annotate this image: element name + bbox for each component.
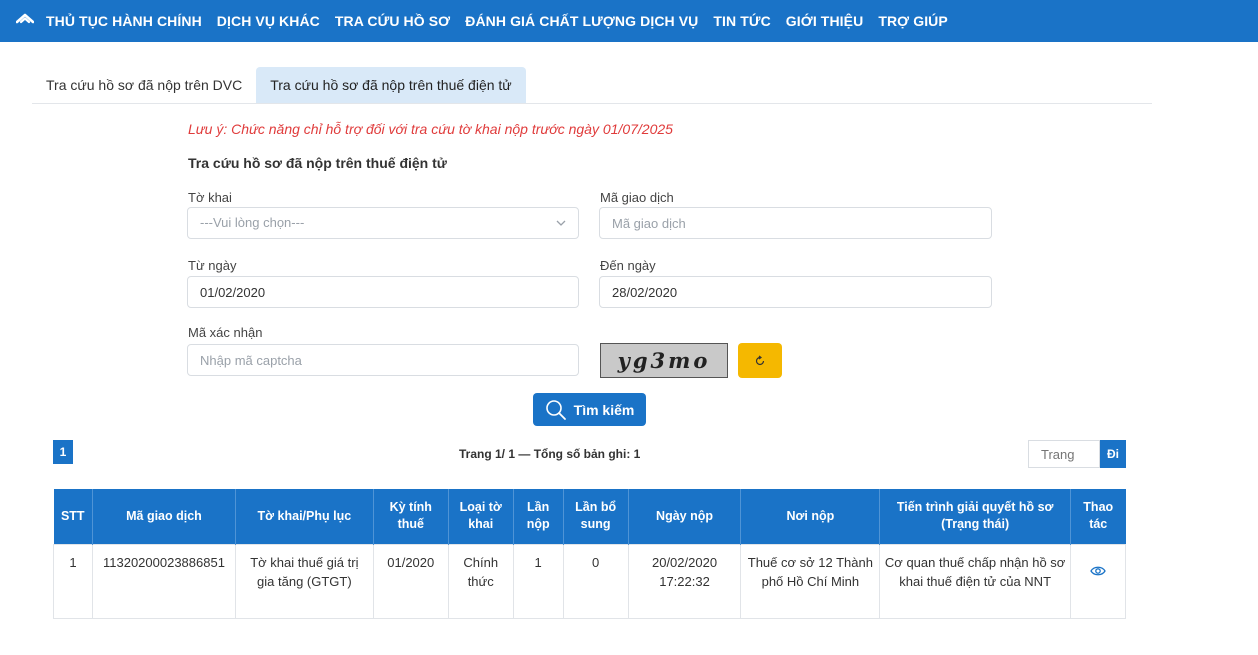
tab-thue-dien-tu[interactable]: Tra cứu hồ sơ đã nộp trên thuế điện tử xyxy=(256,67,526,103)
pagination-info: Trang 1/ 1 — Tổng số bản ghi: 1 xyxy=(459,447,641,461)
home-icon[interactable] xyxy=(14,10,36,32)
nav-item-tin-tuc[interactable]: TIN TỨC xyxy=(713,13,770,29)
to-khai-selected-value: ---Vui lòng chọn--- xyxy=(200,215,305,230)
form-title: Tra cứu hồ sơ đã nộp trên thuế điện tử xyxy=(188,155,447,171)
cell-ky-tinh-thue: 01/2020 xyxy=(372,543,449,619)
page-input[interactable] xyxy=(1028,440,1100,468)
header-noi-nop: Nơi nộp xyxy=(740,489,881,544)
header-thao-tac: Thao tác xyxy=(1070,489,1126,544)
cell-to-khai: Tờ khai thuế giá trị gia tăng (GTGT) xyxy=(234,543,374,619)
ma-giao-dich-label: Mã giao dịch xyxy=(600,190,674,205)
captcha-image: yg3mo xyxy=(600,343,728,378)
to-khai-label: Tờ khai xyxy=(188,190,232,205)
cell-noi-nop: Thuế cơ sở 12 Thành phố Hồ Chí Minh xyxy=(740,543,881,619)
captcha-label: Mã xác nhận xyxy=(188,325,263,340)
tu-ngay-label: Từ ngày xyxy=(188,258,237,273)
den-ngay-input[interactable] xyxy=(599,276,992,308)
table-row: 1 11320200023886851 Tờ khai thuế giá trị… xyxy=(53,543,1127,619)
captcha-input[interactable] xyxy=(187,344,579,376)
ma-giao-dich-input[interactable] xyxy=(599,207,992,239)
refresh-icon xyxy=(755,355,765,365)
cell-loai-to-khai: Chính thức xyxy=(447,543,514,619)
cell-ngay-nop: 20/02/2020 17:22:32 xyxy=(627,543,742,619)
top-nav: THỦ TỤC HÀNH CHÍNH DỊCH VỤ KHÁC TRA CỨU … xyxy=(0,0,1258,42)
header-ngay-nop: Ngày nộp xyxy=(628,489,742,544)
page-number-button[interactable]: 1 xyxy=(53,440,73,464)
cell-stt: 1 xyxy=(53,543,93,619)
header-loai-to-khai: Loại tờ khai xyxy=(448,489,514,544)
cell-lan-nop: 1 xyxy=(512,543,564,619)
notice-text: Lưu ý: Chức năng chỉ hỗ trợ đối với tra … xyxy=(188,121,673,137)
to-khai-select[interactable]: ---Vui lòng chọn--- xyxy=(187,207,579,239)
nav-item-tra-cuu-ho-so[interactable]: TRA CỨU HỒ SƠ xyxy=(335,13,450,29)
nav-item-danh-gia-chat-luong[interactable]: ĐÁNH GIÁ CHẤT LƯỢNG DỊCH VỤ xyxy=(465,13,698,29)
nav-item-dich-vu-khac[interactable]: DỊCH VỤ KHÁC xyxy=(217,13,320,29)
header-lan-bo-sung: Lần bổ sung xyxy=(563,489,629,544)
den-ngay-label: Đến ngày xyxy=(600,258,656,273)
search-button[interactable]: Tìm kiếm xyxy=(533,393,646,426)
header-stt: STT xyxy=(53,489,93,544)
go-button[interactable]: Đi xyxy=(1100,440,1126,468)
chevron-down-icon xyxy=(556,220,566,226)
cell-lan-bo-sung: 0 xyxy=(562,543,629,619)
search-icon xyxy=(545,399,566,420)
cell-trang-thai: Cơ quan thuế chấp nhận hồ sơ khai thuế đ… xyxy=(879,543,1071,619)
search-button-label: Tìm kiếm xyxy=(573,401,635,418)
nav-item-thu-tuc-hanh-chinh[interactable]: THỦ TỤC HÀNH CHÍNH xyxy=(46,13,202,29)
refresh-captcha-button[interactable] xyxy=(738,343,782,378)
nav-item-tro-giup[interactable]: TRỢ GIÚP xyxy=(878,13,948,29)
table-header-row: STT Mã giao dịch Tờ khai/Phụ lục Kỳ tính… xyxy=(53,489,1126,544)
header-ky-tinh-thue: Kỳ tính thuế xyxy=(373,489,449,544)
tu-ngay-input[interactable] xyxy=(187,276,579,308)
tab-dvc[interactable]: Tra cứu hồ sơ đã nộp trên DVC xyxy=(32,67,256,103)
nav-item-gioi-thieu[interactable]: GIỚI THIỆU xyxy=(786,13,864,29)
header-to-khai: Tờ khai/Phụ lục xyxy=(235,489,374,544)
cell-ma-giao-dich: 11320200023886851 xyxy=(91,543,236,619)
eye-icon[interactable] xyxy=(1090,563,1106,582)
header-ma-giao-dich: Mã giao dịch xyxy=(92,489,236,544)
header-trang-thai: Tiến trình giải quyết hồ sơ (Trạng thái) xyxy=(879,489,1071,544)
results-table: STT Mã giao dịch Tờ khai/Phụ lục Kỳ tính… xyxy=(53,489,1127,619)
cell-thao-tac xyxy=(1069,543,1127,619)
tab-bar: Tra cứu hồ sơ đã nộp trên DVC Tra cứu hồ… xyxy=(32,67,1152,104)
header-lan-nop: Lần nộp xyxy=(513,489,564,544)
